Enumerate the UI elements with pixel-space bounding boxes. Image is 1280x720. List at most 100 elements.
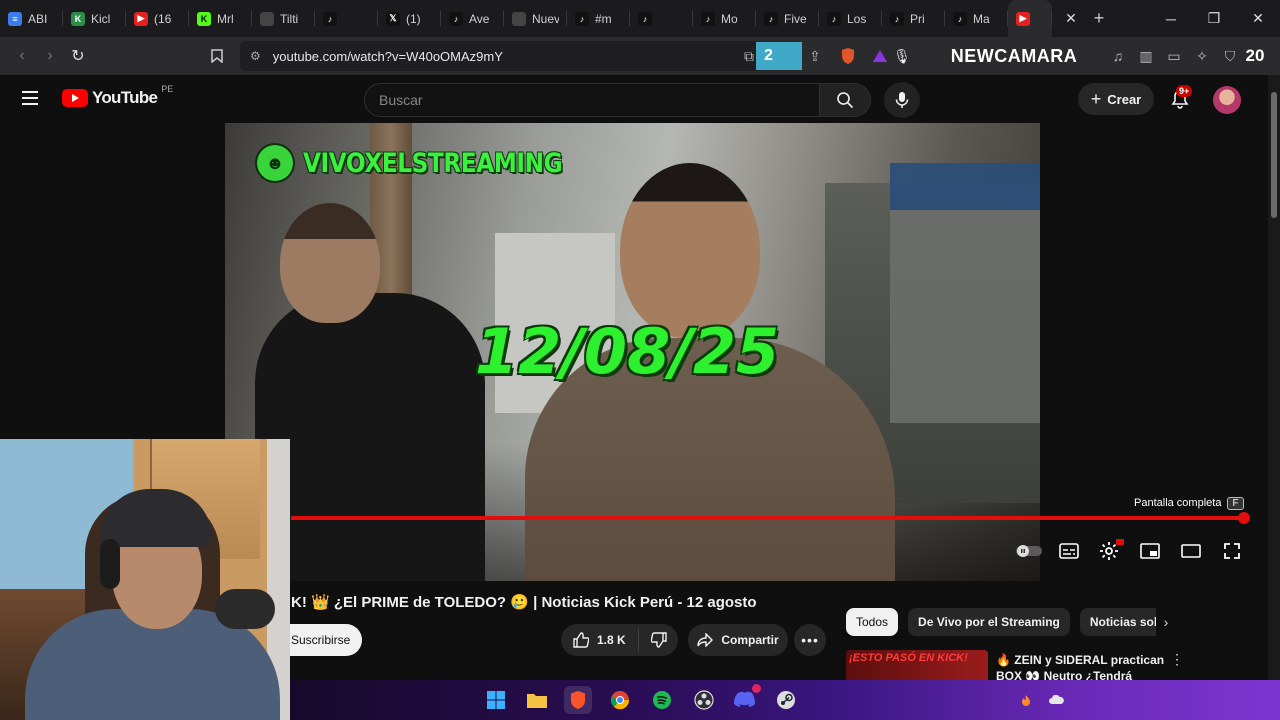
file-explorer-icon[interactable] <box>523 686 551 714</box>
settings-gear-icon[interactable] <box>1096 539 1124 563</box>
browser-tab[interactable]: K Kicl <box>63 0 126 37</box>
browser-tab[interactable]: ♪ <box>630 0 693 37</box>
restore-button[interactable]: ❐ <box>1193 0 1235 37</box>
create-button[interactable]: + Crear <box>1078 83 1154 115</box>
browser-tab[interactable]: ♪ Five <box>756 0 819 37</box>
browser-tab-label: Pri <box>910 11 925 26</box>
plus-icon: + <box>1090 88 1102 109</box>
minimize-button[interactable]: ─ <box>1150 0 1192 37</box>
youtube-logo[interactable]: YouTube PE <box>62 84 173 108</box>
discord-icon[interactable] <box>731 684 761 714</box>
more-horizontal-icon: ••• <box>801 632 819 648</box>
browser-tab[interactable]: ♪ Ave <box>441 0 504 37</box>
overlay-badge: 2 <box>756 42 802 70</box>
browser-tab[interactable]: ♪ Los <box>819 0 882 37</box>
address-bar[interactable]: ⚙ youtube.com/watch?v=W40oOMAz9mY <box>240 41 760 71</box>
fullscreen-tooltip-text: Pantalla completa <box>1134 497 1222 509</box>
windows-start-icon[interactable] <box>482 686 510 714</box>
search-button[interactable] <box>819 83 871 117</box>
fullscreen-icon[interactable] <box>1219 539 1245 563</box>
browser-tab[interactable]: Nueva p <box>504 0 567 37</box>
vpn-shield-icon[interactable]: ⛉ <box>1220 43 1240 69</box>
chip-todos[interactable]: Todos <box>846 608 899 636</box>
dislike-button[interactable] <box>639 632 678 648</box>
back-button[interactable]: ‹ <box>8 42 36 70</box>
wallet-icon[interactable]: ▭ <box>1164 43 1184 69</box>
chevron-right-icon[interactable]: › <box>1156 612 1176 632</box>
browser-tab-label: (16 <box>154 11 172 26</box>
like-button[interactable]: 1.8 K <box>561 629 639 651</box>
video-scene <box>280 203 380 323</box>
share-icon[interactable]: ⇪ <box>804 43 826 69</box>
overlay-brand-text: NEWCAMARA <box>950 45 1078 66</box>
close-window-button[interactable]: ✕ <box>1237 0 1279 37</box>
microphone-icon <box>895 92 909 108</box>
docs-icon: ≡ <box>8 11 22 26</box>
video-scene <box>620 163 760 338</box>
youtube-play-icon <box>62 89 88 107</box>
browser-tab[interactable]: ♪ #m <box>567 0 630 37</box>
sidebar-toggle-icon[interactable]: ▥ <box>1136 43 1156 69</box>
hd-badge <box>1116 539 1124 545</box>
steam-icon[interactable] <box>772 686 800 714</box>
reload-button[interactable]: ↻ <box>64 42 92 70</box>
search-placeholder: Buscar <box>379 92 423 108</box>
screen: ≡ ABI K Kicl ▶ (16 K Mrl Tilti ♪ 𝕏 (1) ♪ Ave Nueva p ♪ #… <box>0 0 1280 720</box>
video-player[interactable]: ☻ VIVOXELSTREAMING 12/08/25 <box>225 123 1040 581</box>
leo-ai-icon[interactable]: ✧ <box>1192 43 1212 69</box>
browser-tab[interactable]: Tilti <box>252 0 315 37</box>
site-info-icon[interactable]: ⚙ <box>250 49 261 63</box>
progress-scrubber[interactable] <box>1238 512 1250 524</box>
microphone-icon[interactable]: 🎙 <box>892 43 912 69</box>
subtitles-icon[interactable] <box>1056 539 1082 563</box>
browser-tab[interactable]: ♪ <box>315 0 378 37</box>
brave-rewards-icon[interactable] <box>870 43 890 69</box>
tiktok-icon: ♪ <box>890 11 904 26</box>
tab-youtube-active[interactable]: ▶ <box>1008 0 1052 37</box>
tiktok-icon: ♪ <box>449 11 463 26</box>
browser-tab[interactable]: ▶ (16 <box>126 0 189 37</box>
autoplay-toggle[interactable] <box>1015 539 1043 563</box>
tray-flame-icon[interactable] <box>1016 686 1036 714</box>
thumbs-down-icon <box>650 632 667 648</box>
menu-icon[interactable] <box>20 89 42 107</box>
x-icon: 𝕏 <box>386 11 400 26</box>
browser-tab-label: Los <box>847 11 867 26</box>
chip-noticias[interactable]: Noticias sob <box>1079 608 1156 636</box>
brave-shield-icon[interactable] <box>838 43 858 69</box>
obs-icon[interactable] <box>690 686 718 714</box>
subscribe-label: Suscribirse <box>291 633 351 647</box>
browser-tab[interactable]: ♪ Pri <box>882 0 945 37</box>
browser-tab[interactable]: 𝕏 (1) <box>378 0 441 37</box>
recommendation-title[interactable]: 🔥 ZEIN y SIDERAL practican BOX 👀 Neutro … <box>996 652 1166 680</box>
new-tab-button[interactable]: + <box>1083 0 1115 37</box>
chrome-icon[interactable] <box>606 686 634 714</box>
miniplayer-icon[interactable] <box>1137 539 1163 563</box>
brave-browser-icon[interactable] <box>564 686 592 714</box>
voice-search-button[interactable] <box>884 82 920 118</box>
search-input[interactable]: Buscar <box>364 83 820 117</box>
theater-mode-icon[interactable] <box>1178 539 1204 563</box>
spotify-icon[interactable] <box>648 686 676 714</box>
browser-tab[interactable]: ≡ ABI <box>0 0 63 37</box>
video-progress-bar[interactable] <box>291 516 1246 520</box>
youtube-wordmark: YouTube <box>92 88 158 107</box>
browser-tab[interactable]: K Mrl <box>189 0 252 37</box>
media-icon[interactable]: ♫ <box>1108 43 1128 69</box>
avatar[interactable] <box>1213 86 1241 114</box>
scrollbar-thumb[interactable] <box>1271 92 1277 218</box>
more-vertical-icon[interactable]: ⋮ <box>1170 651 1184 668</box>
share-button[interactable]: Compartir <box>688 624 788 656</box>
recommendation-thumb-text: ¡ESTO PASÓ EN KICK! <box>849 652 968 664</box>
forward-button[interactable]: › <box>36 42 64 70</box>
tiktok-icon: ♪ <box>638 11 652 26</box>
browser-tab[interactable]: ♪ Mo <box>693 0 756 37</box>
kick-app-icon: K <box>71 11 85 26</box>
browser-tab[interactable]: ♪ Ma <box>945 0 1008 37</box>
tray-cloud-icon[interactable] <box>1044 686 1068 714</box>
subscribe-button[interactable]: Suscribirse <box>285 624 362 656</box>
chip-de-vivo[interactable]: De Vivo por el Streaming <box>908 608 1070 636</box>
bookmark-icon[interactable] <box>203 42 231 70</box>
share-page-icon[interactable]: ⧉ <box>742 43 756 69</box>
more-actions-button[interactable]: ••• <box>794 624 826 656</box>
